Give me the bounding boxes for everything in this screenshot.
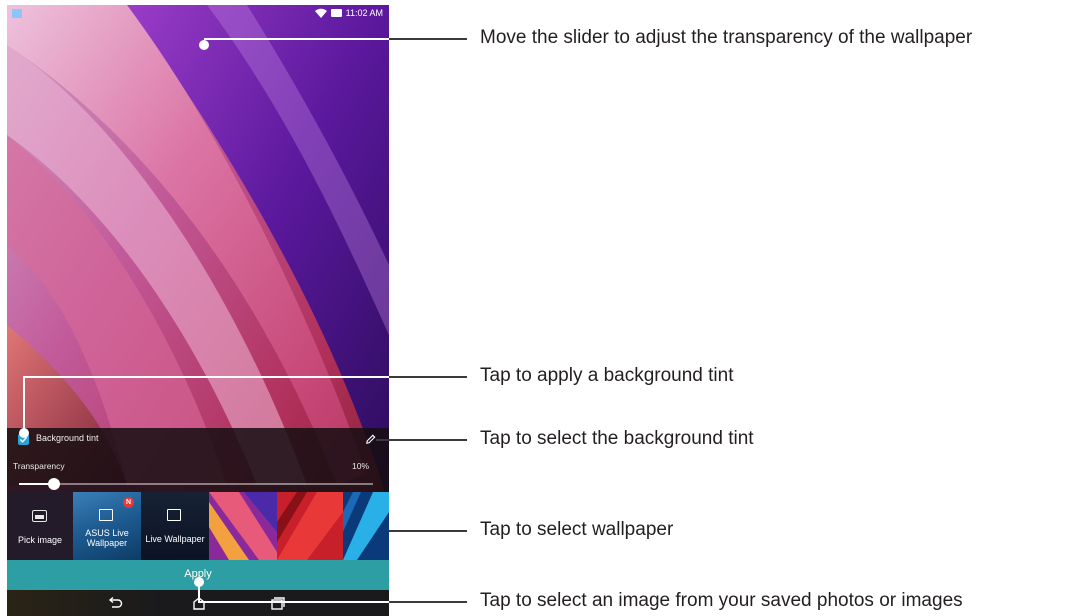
transparency-slider-thumb[interactable]: [48, 478, 61, 490]
notification-icon: [12, 9, 22, 18]
callout-line-select-wallpaper: [389, 530, 467, 532]
live-wallpaper-label: Live Wallpaper: [145, 534, 205, 544]
transparency-slider-track[interactable]: [19, 483, 373, 485]
asus-live-label: ASUS Live Wallpaper: [73, 528, 141, 548]
callout-dot-slider: [199, 40, 209, 50]
callout-line-slider-inner: [204, 38, 389, 40]
wallpaper-thumb-3[interactable]: [343, 492, 389, 560]
callout-line-tint: [389, 376, 467, 378]
recents-icon[interactable]: [270, 596, 286, 610]
transparency-label: Transparency: [13, 461, 65, 471]
status-time: 11:02 AM: [345, 8, 383, 18]
pick-image-button[interactable]: Pick image: [7, 492, 73, 560]
callout-line-image: [389, 601, 467, 603]
callout-select-wallpaper-text: Tap to select wallpaper: [480, 519, 674, 540]
callout-slider-text: Move the slider to adjust the transparen…: [480, 27, 973, 48]
status-bar: 11:02 AM: [7, 5, 389, 23]
image-icon: [99, 509, 113, 521]
callout-line-tint-vertical: [23, 376, 25, 431]
battery-icon: [330, 9, 342, 17]
transparency-value: 10%: [351, 461, 369, 471]
callout-select-tint-text: Tap to select the background tint: [480, 428, 754, 449]
callout-line-select-tint: [376, 439, 467, 441]
back-icon[interactable]: [107, 596, 123, 610]
callout-dot-image: [194, 577, 204, 587]
tint-panel: Background tint Transparency 10%: [7, 428, 389, 492]
wallpaper-thumb-2[interactable]: [277, 492, 343, 560]
gallery-icon: [32, 510, 47, 522]
callout-select-image-text: Tap to select an image from your saved p…: [480, 590, 963, 611]
asus-live-wallpaper-thumb[interactable]: N ASUS Live Wallpaper: [73, 492, 141, 560]
background-tint-label: Background tint: [36, 433, 99, 443]
asus-live-label-line1: ASUS Live: [85, 528, 129, 538]
callout-line-image-inner: [198, 601, 389, 603]
callout-apply-tint-text: Tap to apply a background tint: [480, 365, 734, 386]
callout-line-tint-inner: [23, 376, 389, 378]
wifi-icon: [314, 8, 327, 18]
tablet-screen: 11:02 AM Background tint Transparency 10…: [7, 5, 389, 616]
asus-live-label-line2: Wallpaper: [86, 538, 128, 548]
callout-dot-tint: [19, 428, 29, 438]
live-wallpaper-thumb[interactable]: Live Wallpaper: [141, 492, 209, 560]
pick-image-label: Pick image: [17, 535, 62, 545]
new-badge: N: [123, 497, 134, 508]
wallpaper-thumb-1[interactable]: [209, 492, 277, 560]
image-icon: [167, 509, 181, 521]
wallpaper-thumbnails: Pick image N ASUS Live Wallpaper Live Wa…: [7, 492, 389, 560]
status-icons: 11:02 AM: [314, 8, 383, 18]
callout-line-slider: [389, 38, 467, 40]
